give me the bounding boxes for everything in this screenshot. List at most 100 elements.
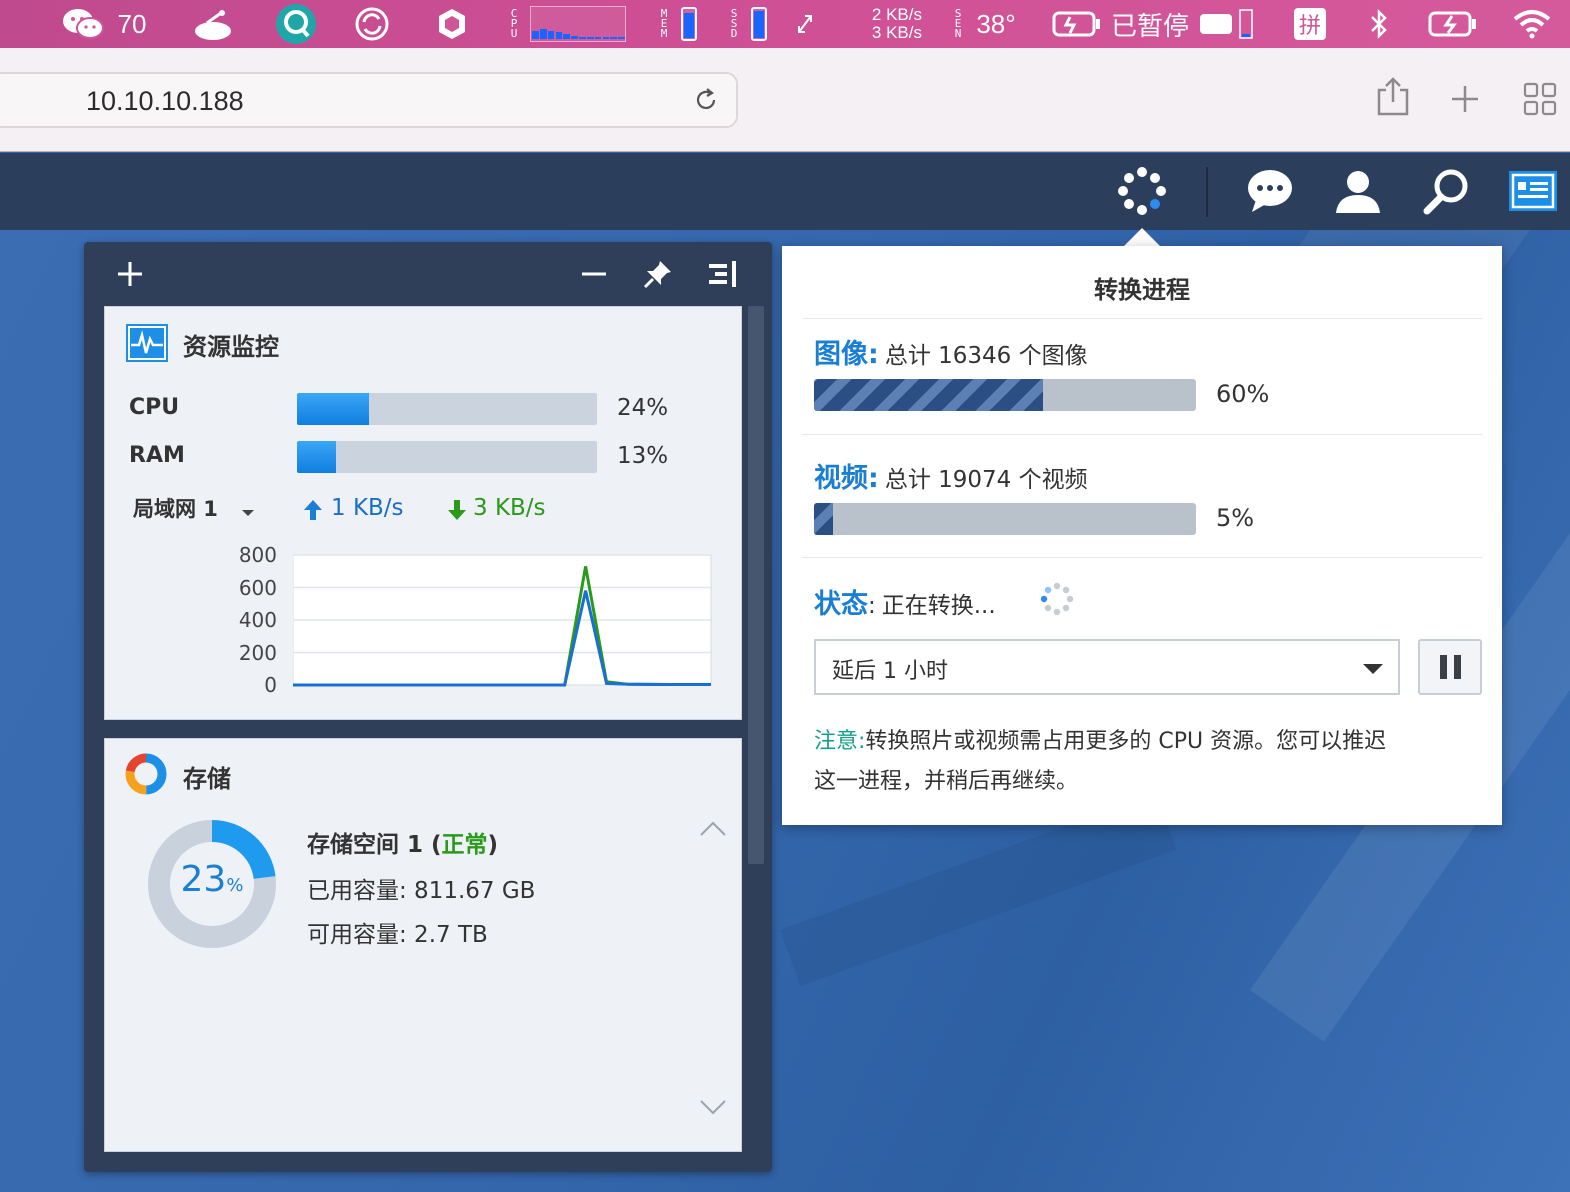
video-progress-bar [814, 503, 1196, 535]
cpu-history-bar [579, 37, 586, 39]
cpu-history-bar [532, 30, 539, 39]
cpu-usage-fill [297, 393, 369, 425]
cpu-history-bar [618, 37, 625, 39]
pause-icon [1439, 654, 1463, 684]
cloud-disk-icon[interactable] [190, 0, 236, 48]
menu-bar: 70 CPU MEM SSD 2 KB/s 3 KB/s SEN 38° 已暂停… [0, 0, 1570, 48]
resource-monitor-title: 资源监控 [183, 333, 279, 361]
mem-label: MEM [660, 7, 668, 40]
vpn-status[interactable]: 已暂停 [1108, 0, 1192, 48]
chevron-up-icon[interactable] [699, 819, 727, 841]
mem-meter-fill [684, 12, 694, 38]
wifi-icon[interactable] [1510, 0, 1554, 48]
loading-spinner-icon [1040, 582, 1074, 620]
upload-arrow-icon [303, 499, 323, 525]
chart-y-tick-label: 0 [264, 673, 277, 697]
storage-percent: 23 [180, 859, 227, 900]
chevron-down-icon[interactable] [699, 1099, 727, 1121]
battery-icon[interactable] [1426, 0, 1480, 48]
dsm-taskbar [0, 153, 1570, 230]
dropdown-arrow-icon [1362, 661, 1384, 680]
ssd-meter [751, 7, 767, 41]
lan-selector[interactable]: 局域网 1 [133, 493, 218, 523]
note-text-line2: 这一进程，并稍后再继续。 [814, 769, 1079, 794]
status-text: 正在转换... [881, 593, 996, 619]
cpu-history-bar [586, 37, 594, 39]
delay-select-value: 延后 1 小时 [832, 659, 948, 684]
cpu-label: CPU [129, 395, 180, 420]
video-total: 总计 19074 个视频 [884, 467, 1088, 493]
taskbar-divider [1206, 167, 1208, 217]
pause-button[interactable] [1418, 639, 1482, 695]
widgets-icon[interactable] [1506, 163, 1560, 219]
delay-select[interactable]: 延后 1 小时 [814, 639, 1400, 695]
status-label: 状态 [814, 589, 868, 620]
search-app-icon[interactable] [272, 0, 320, 48]
chevron-down-icon[interactable] [241, 503, 255, 522]
reload-icon[interactable] [692, 86, 720, 114]
video-progress-fill [814, 503, 834, 535]
new-tab-icon[interactable] [1450, 84, 1480, 118]
storage-icon [123, 751, 169, 801]
network-arrows-icon [792, 0, 818, 48]
video-label: 视频: [814, 463, 879, 494]
storage-title: 存储 [183, 765, 231, 793]
cpu-history-graph [530, 6, 626, 42]
battery-indicator [1196, 0, 1260, 48]
panel-toggle-icon[interactable] [704, 256, 740, 292]
video-percent: 5% [1216, 504, 1255, 532]
sensor-label: SEN [954, 7, 962, 40]
ram-usage-bar [297, 441, 597, 473]
storage-percent-unit: % [226, 875, 244, 896]
panel-scrollbar[interactable] [748, 306, 764, 864]
bluetooth-icon[interactable] [1362, 0, 1396, 48]
minimize-icon[interactable] [576, 256, 612, 292]
volume-status: 正常 [441, 832, 488, 858]
resource-monitor-widget: 资源监控 CPU 24% RAM 13% 局域网 1 1 KB/s 3 KB/s… [104, 306, 742, 720]
add-widget-icon[interactable] [112, 256, 148, 292]
free-capacity: 可用容量: 2.7 TB [307, 922, 488, 948]
chart-y-tick-label: 400 [238, 608, 277, 632]
net-up-rate: 2 KB/s [871, 5, 922, 24]
cpu-history-bar [547, 30, 555, 39]
net-down-rate: 3 KB/s [871, 23, 922, 42]
cpu-label: CPU [510, 7, 518, 40]
pin-icon[interactable] [640, 256, 676, 292]
volume-status-open: ( [431, 832, 442, 858]
wechat-icon[interactable] [58, 0, 108, 48]
cpu-history-bar [594, 37, 602, 39]
ram-label: RAM [129, 443, 185, 468]
input-method[interactable]: 拼 [1294, 8, 1326, 40]
sync-icon[interactable] [350, 0, 394, 48]
cpu-history-bar [571, 35, 578, 39]
ram-usage-fill [297, 441, 336, 473]
storage-widget: 存储 23% 存储空间 1 (正常) 已用容量: 811.67 GB 可用容量:… [104, 738, 742, 1152]
image-total: 总计 16346 个图像 [884, 343, 1088, 369]
cpu-usage-bar [297, 393, 597, 425]
user-icon[interactable] [1330, 163, 1386, 219]
search-icon[interactable] [1418, 163, 1474, 219]
mem-meter [681, 7, 697, 41]
ssd-meter-fill [754, 11, 764, 38]
tab-overview-icon[interactable] [1523, 82, 1557, 120]
ssd-label: SSD [730, 7, 738, 40]
share-icon[interactable] [1376, 76, 1410, 122]
hexagon-icon[interactable] [432, 0, 472, 48]
cpu-history-bar [610, 37, 618, 39]
chat-icon[interactable] [1242, 163, 1298, 219]
popover-divider [802, 557, 1482, 558]
background-tasks-icon[interactable] [1114, 163, 1170, 219]
address-bar[interactable]: 10.10.10.188 [0, 72, 738, 128]
resource-monitor-icon [125, 323, 169, 367]
conversion-popover: 转换进程 图像: 总计 16346 个图像 60% 视频: 总计 19074 个视频… [782, 246, 1502, 825]
upload-rate: 1 KB/s [331, 495, 404, 521]
image-progress-fill [814, 379, 1044, 411]
image-progress-bar [814, 379, 1196, 411]
network-chart [293, 554, 712, 687]
note-label: 注意: [814, 729, 866, 754]
url-text: 10.10.10.188 [86, 86, 244, 116]
volume-name: 存储空间 1 [307, 832, 424, 858]
cpu-history-bar [602, 37, 610, 39]
vpn-icon[interactable] [1050, 0, 1104, 48]
popover-divider [802, 434, 1482, 435]
